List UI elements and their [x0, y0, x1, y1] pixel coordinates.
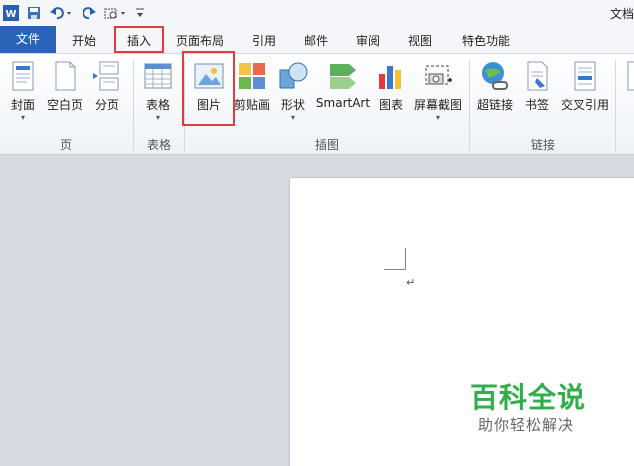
hyperlink-label: 超链接: [476, 98, 513, 112]
shapes-dropdown-icon: ▾: [290, 113, 295, 122]
smartart-label: SmartArt: [315, 96, 371, 110]
blank-page-button[interactable]: 空白页: [44, 60, 86, 130]
bookmark-button[interactable]: 书签: [520, 60, 554, 130]
screenshot-button[interactable]: 屏幕截图 ▾: [412, 60, 464, 130]
watermark-subtitle: 助你轻松解决: [478, 416, 575, 434]
clip-art-label: 剪贴画: [233, 98, 270, 112]
tab-page-layout[interactable]: 页面布局: [172, 30, 228, 52]
screenshot-label: 屏幕截图: [413, 98, 462, 112]
smartart-icon: [327, 60, 359, 92]
customize-toolbar-icon[interactable]: [134, 4, 146, 22]
hyperlink-icon: [479, 60, 511, 92]
group-label-tables: 表格: [146, 138, 171, 152]
blank-page-label: 空白页: [46, 98, 83, 112]
tab-special-features[interactable]: 特色功能: [456, 30, 516, 52]
print-preview-icon[interactable]: [104, 4, 128, 22]
margin-corner-mark: [384, 248, 406, 270]
group-label-links: 链接: [530, 138, 555, 152]
cover-page-icon: [7, 60, 39, 92]
cover-page-dropdown-icon: ▾: [20, 113, 25, 122]
chart-icon: [375, 60, 407, 92]
group-divider: [469, 60, 470, 152]
save-icon[interactable]: [26, 4, 42, 22]
chart-button[interactable]: 图表: [374, 60, 408, 130]
tab-mailings[interactable]: 邮件: [298, 30, 334, 52]
word-app-icon[interactable]: W: [2, 4, 20, 22]
chart-label: 图表: [378, 98, 403, 112]
shapes-label: 形状: [280, 98, 305, 112]
group-label-pages: 页: [59, 138, 72, 152]
document-area[interactable]: ↵ 百科全说 助你轻松解决: [0, 156, 634, 466]
cover-page-label: 封面: [10, 98, 35, 112]
tab-view[interactable]: 视图: [402, 30, 438, 52]
table-label: 表格: [145, 98, 170, 112]
cross-reference-icon: [569, 60, 601, 92]
tab-review[interactable]: 审阅: [350, 30, 386, 52]
cover-page-button[interactable]: 封面 ▾: [6, 60, 40, 130]
insert-tab-highlight: [114, 26, 164, 53]
screenshot-dropdown-icon: ▾: [435, 113, 440, 122]
ribbon-tab-bar: 文件 开始 插入 页面布局 引用 邮件 审阅 视图 特色功能: [0, 26, 634, 53]
tab-file[interactable]: 文件: [0, 26, 56, 53]
window-title: 文档: [609, 7, 634, 21]
table-dropdown-icon: ▾: [155, 113, 160, 122]
title-bar: W 文档: [0, 0, 634, 26]
redo-icon[interactable]: [82, 4, 98, 22]
paragraph-mark: ↵: [406, 276, 416, 289]
page-break-icon: [91, 60, 123, 92]
bookmark-label: 书签: [524, 98, 549, 112]
smartart-button[interactable]: SmartArt: [314, 60, 372, 130]
tab-home[interactable]: 开始: [64, 30, 104, 52]
blank-page-icon: [49, 60, 81, 92]
clip-art-button[interactable]: 剪贴画: [232, 60, 272, 130]
svg-text:W: W: [5, 9, 16, 20]
screenshot-icon: [422, 60, 454, 92]
undo-icon[interactable]: [48, 4, 74, 22]
hyperlink-button[interactable]: 超链接: [474, 60, 516, 130]
cross-reference-button[interactable]: 交叉引用: [558, 60, 612, 130]
ribbon-insert: 封面 ▾ 空白页 分页 页 表格 ▾ 表格 图片 剪贴画 形状 ▾ SmartA…: [0, 53, 634, 155]
watermark-title: 百科全说: [470, 381, 587, 414]
picture-button-highlight: [182, 51, 235, 126]
tab-references[interactable]: 引用: [246, 30, 282, 52]
clip-art-icon: [236, 60, 268, 92]
cross-reference-label: 交叉引用: [560, 98, 609, 112]
page-break-label: 分页: [94, 98, 119, 112]
shapes-button[interactable]: 形状 ▾: [276, 60, 310, 130]
table-icon: [142, 60, 174, 92]
group-label-illustrations: 插图: [314, 138, 339, 152]
group-divider: [615, 60, 616, 152]
page-icon: [626, 60, 634, 92]
table-button[interactable]: 表格 ▾: [140, 60, 176, 130]
shapes-icon: [277, 60, 309, 92]
partial-ribbon-button[interactable]: [620, 60, 634, 130]
bookmark-icon: [521, 60, 553, 92]
page-break-button[interactable]: 分页: [90, 60, 124, 130]
document-page[interactable]: ↵ 百科全说 助你轻松解决: [290, 178, 634, 466]
group-divider: [133, 60, 134, 152]
